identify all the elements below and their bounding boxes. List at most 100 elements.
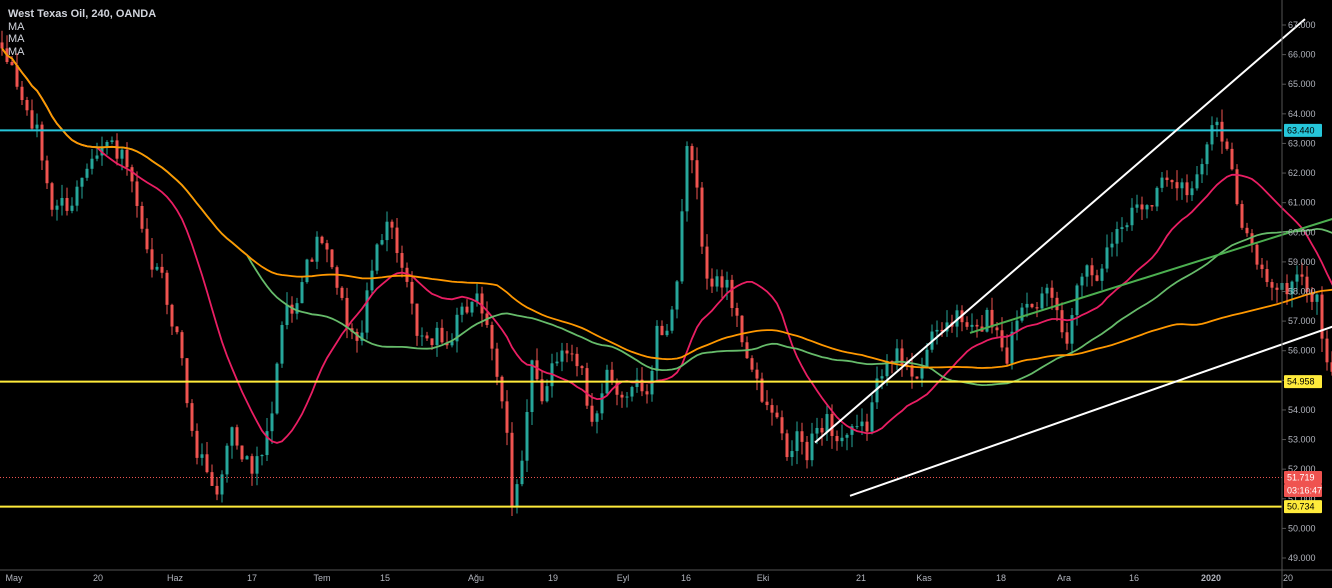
candle-body: [310, 259, 314, 262]
candle-body: [725, 279, 729, 288]
candle-body: [380, 240, 384, 245]
candle-body: [465, 306, 469, 313]
candle-body: [840, 437, 844, 442]
candle-body: [820, 427, 824, 433]
candle-body: [755, 369, 759, 379]
candle-body: [1050, 287, 1054, 298]
candle-body: [1020, 307, 1024, 321]
price-tick-label: 65.000: [1288, 79, 1316, 89]
candle-body: [710, 278, 714, 287]
candle-body: [85, 168, 89, 178]
candle-body: [660, 325, 664, 336]
candle-body: [340, 287, 344, 298]
candle-body: [570, 353, 574, 355]
candle-body: [415, 303, 419, 336]
candle-body: [140, 205, 144, 229]
candle-body: [1060, 310, 1064, 333]
candle-body: [1205, 144, 1209, 165]
time-tick-label: 19: [548, 573, 558, 583]
candle-body: [1175, 182, 1179, 189]
price-tick-label: 59.000: [1288, 257, 1316, 267]
candle-body: [630, 386, 634, 397]
candle-body: [1180, 182, 1184, 189]
candle-body: [275, 363, 279, 414]
candle-body: [1100, 268, 1104, 281]
candle-body: [1275, 287, 1279, 290]
candle-body: [860, 421, 864, 427]
candle-body: [565, 350, 569, 354]
candle-body: [750, 358, 754, 370]
indicator-ma-1[interactable]: MA: [8, 21, 156, 34]
candle-body: [920, 366, 924, 379]
candle-body: [1115, 228, 1119, 244]
candle-body: [1135, 204, 1139, 208]
candle-body: [645, 391, 649, 395]
price-tick-label: 66.000: [1288, 50, 1316, 60]
candle-body: [155, 266, 159, 270]
indicator-ma-2[interactable]: MA: [8, 33, 156, 46]
candle-body: [390, 221, 394, 228]
candle-body: [400, 253, 404, 268]
time-tick-label: 15: [380, 573, 390, 583]
candle-body: [600, 393, 604, 414]
symbol-title[interactable]: West Texas Oil, 240, OANDA: [8, 8, 156, 21]
price-tick-label: 61.000: [1288, 198, 1316, 208]
candle-body: [270, 413, 274, 432]
candle-body: [835, 435, 839, 442]
time-tick-label: 21: [856, 573, 866, 583]
candle-body: [335, 267, 339, 288]
candle-body: [1320, 294, 1324, 339]
time-tick-label: Haz: [167, 573, 184, 583]
candle-body: [125, 149, 129, 168]
candle-body: [315, 236, 319, 262]
price-tick-label: 58.000: [1288, 287, 1316, 297]
price-tick-label: 54.000: [1288, 405, 1316, 415]
candle-body: [690, 146, 694, 161]
candle-body: [670, 309, 674, 331]
candle-body: [575, 353, 579, 367]
candle-body: [1200, 164, 1204, 175]
candle-body: [695, 160, 699, 188]
candle-body: [60, 197, 64, 206]
time-tick-label: Ara: [1057, 573, 1071, 583]
candle-body: [235, 427, 239, 446]
candle-body: [105, 141, 109, 147]
candle-body: [225, 445, 229, 475]
chart-legend: West Texas Oil, 240, OANDA MA MA MA: [8, 8, 156, 58]
time-tick-label: Tem: [313, 573, 330, 583]
candle-body: [250, 456, 254, 474]
countdown-badge-text: 03:16:47: [1287, 485, 1322, 495]
candle-body: [150, 249, 154, 270]
candle-body: [490, 324, 494, 349]
candle-body: [10, 62, 14, 66]
candle-body: [780, 417, 784, 434]
candle-body: [200, 454, 204, 458]
candle-body: [440, 327, 444, 343]
time-tick-label: Kas: [916, 573, 932, 583]
indicator-ma-3[interactable]: MA: [8, 46, 156, 59]
candle-body: [230, 427, 234, 446]
candle-body: [870, 402, 874, 432]
price-tick-label: 64.000: [1288, 109, 1316, 119]
candle-body: [1195, 174, 1199, 189]
candle-body: [855, 426, 859, 428]
candle-body: [1240, 204, 1244, 228]
candle-body: [430, 338, 434, 346]
candle-body: [1265, 269, 1269, 283]
chart-background: [0, 0, 1332, 588]
candle-body: [1065, 332, 1069, 344]
candle-body: [240, 445, 244, 460]
candle-body: [585, 368, 589, 406]
price-chart[interactable]: 49.00050.00051.00052.00053.00054.00055.0…: [0, 0, 1332, 588]
time-tick-label: 20: [93, 573, 103, 583]
time-tick-label: Eyl: [617, 573, 630, 583]
candle-body: [170, 304, 174, 327]
candle-body: [1225, 141, 1229, 149]
candle-body: [285, 304, 289, 326]
time-tick-label: 18: [996, 573, 1006, 583]
candle-body: [1055, 297, 1059, 311]
candle-body: [1130, 207, 1134, 226]
candle-body: [625, 396, 629, 398]
time-tick-label: Eki: [757, 573, 770, 583]
candle-body: [345, 297, 349, 329]
